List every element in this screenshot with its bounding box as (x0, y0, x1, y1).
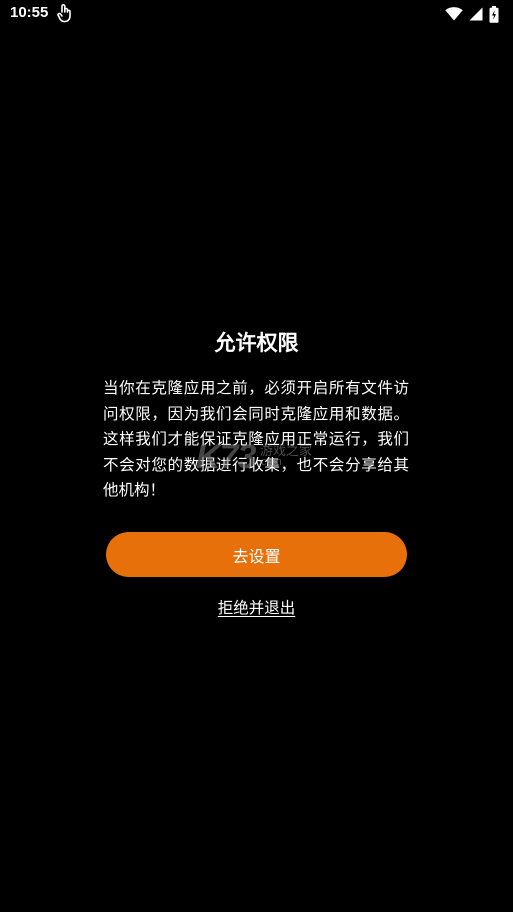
decline-exit-link-row: 拒绝并退出 (0, 596, 513, 618)
dialog-message: 当你在克隆应用之前，必须开启所有文件访问权限，因为我们会同时克隆应用和数据。这样… (103, 379, 409, 499)
decline-exit-link[interactable]: 拒绝并退出 (218, 599, 296, 617)
permission-dialog: 允许权限 当你在克隆应用之前，必须开启所有文件访问权限，因为我们会同时克隆应用和… (0, 0, 513, 912)
go-settings-button[interactable]: 去设置 (106, 532, 407, 577)
dialog-title: 允许权限 (214, 331, 299, 355)
